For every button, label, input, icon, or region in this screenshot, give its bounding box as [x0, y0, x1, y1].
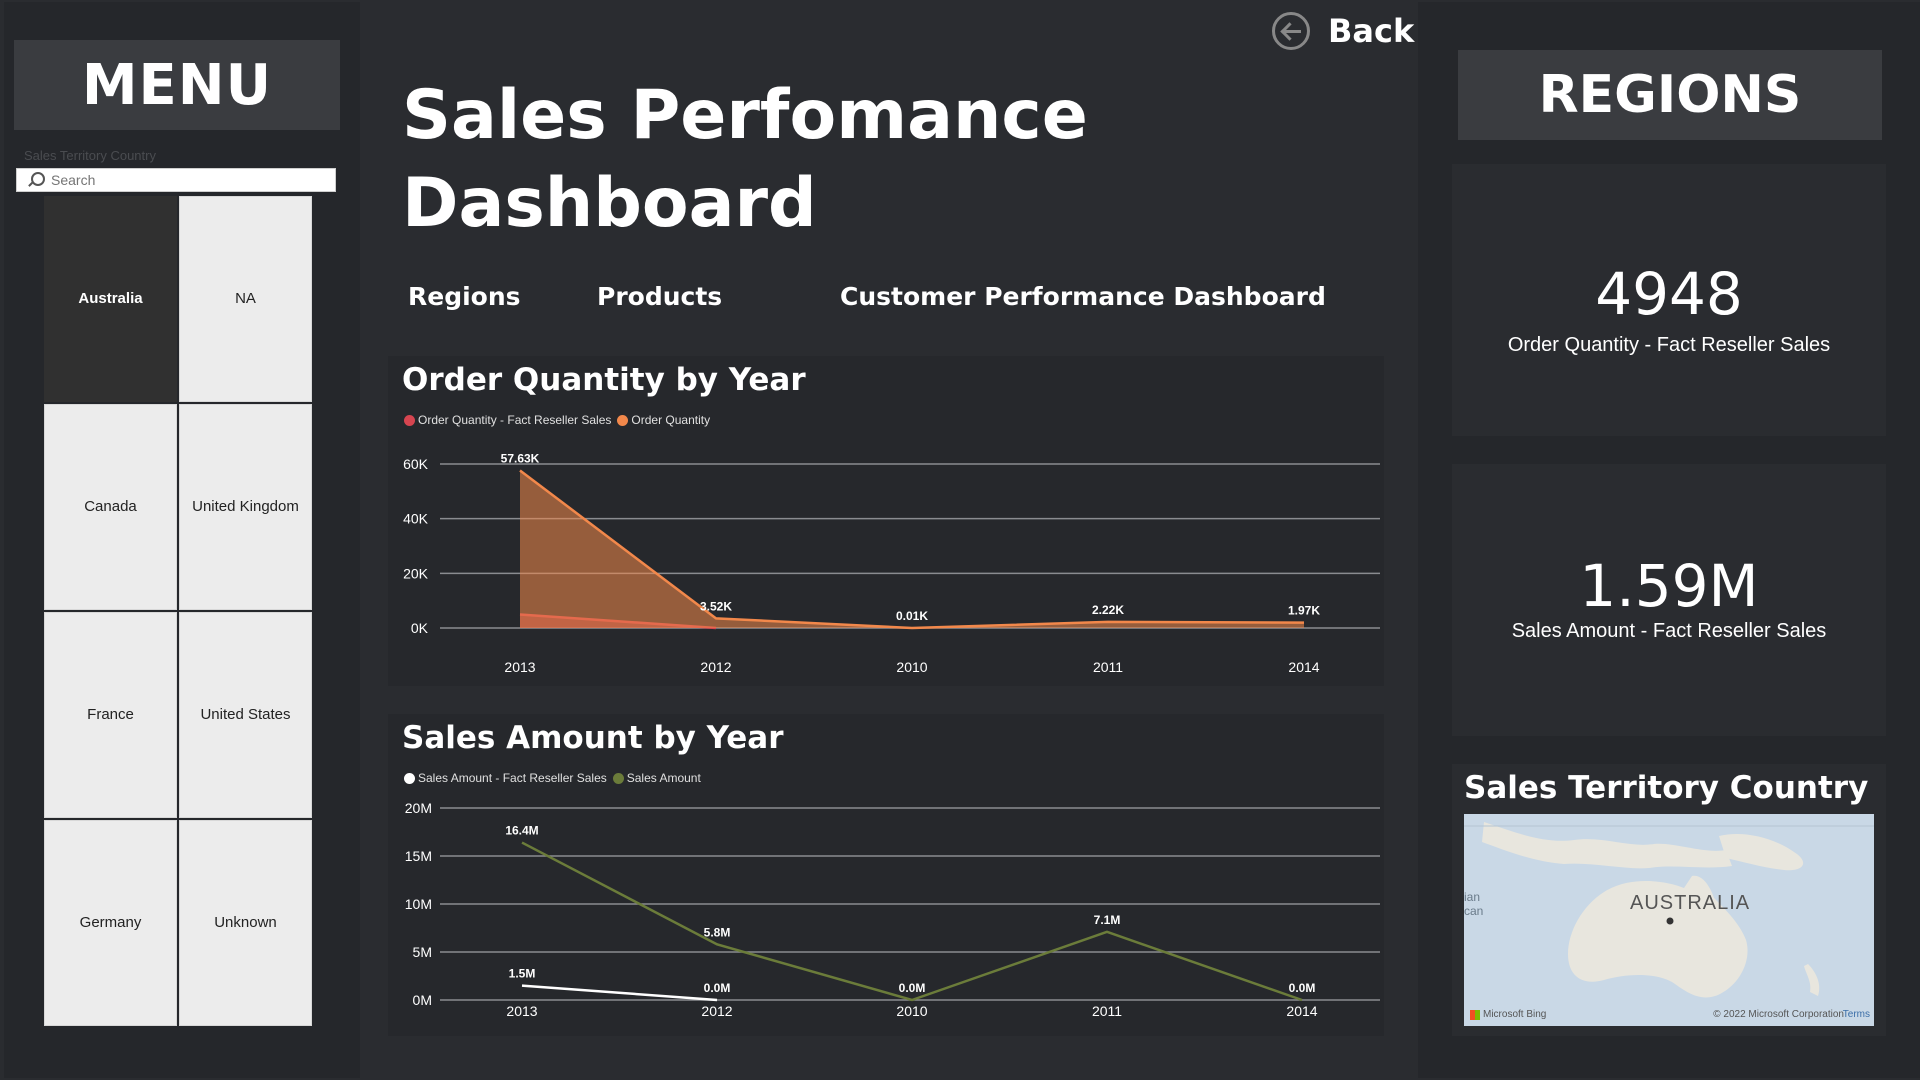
- kpi-value: 4948: [1595, 260, 1743, 328]
- legend-label: Sales Amount - Fact Reseller Sales: [418, 771, 607, 785]
- back-label: Back: [1328, 12, 1415, 50]
- y-tick-label: 40K: [403, 511, 429, 527]
- x-tick-label: 2012: [700, 659, 731, 675]
- series-line: [521, 984, 718, 1002]
- x-tick-label: 2010: [896, 659, 927, 675]
- legend-label: Sales Amount: [626, 771, 701, 785]
- menu-header: MENU: [14, 40, 340, 130]
- kpi-label: Sales Amount - Fact Reseller Sales: [1511, 620, 1827, 642]
- x-tick-label: 2013: [506, 1003, 537, 1019]
- back-button[interactable]: Back: [1272, 12, 1414, 50]
- map-terms-link[interactable]: Terms: [1843, 1009, 1870, 1020]
- y-tick-label: 0K: [411, 620, 429, 636]
- search-box[interactable]: [16, 168, 336, 192]
- kpi-label: Order Quantity - Fact Reseller Sales: [1507, 334, 1831, 356]
- x-tick-label: 2012: [701, 1003, 732, 1019]
- bing-logo-icon: [1470, 1009, 1480, 1020]
- sales-amount-plot: 20M 15M 10M 5M 0M 2013 2012 2010 2011 2014 1.5M 0.0…: [405, 800, 1380, 1019]
- legend-item[interactable]: Order Quantity: [617, 413, 710, 427]
- series-line: [521, 841, 1303, 1002]
- legend-dot-icon: [612, 772, 624, 784]
- x-tick-label: 2013: [504, 659, 535, 675]
- territory-map-card[interactable]: Sales Territory Country AUSTRALIA ian can…: [1452, 764, 1886, 1036]
- slicer-tile[interactable]: France: [44, 612, 177, 818]
- slicer-tile[interactable]: Australia: [44, 196, 177, 402]
- legend-item[interactable]: Sales Amount: [612, 771, 701, 785]
- sales-amount-card[interactable]: 1.59M Sales Amount - Fact Reseller Sales: [1452, 464, 1886, 736]
- kpi-value: 1.59M: [1579, 552, 1759, 620]
- chart-legend: Sales Amount - Fact Reseller Sales Sales …: [404, 771, 701, 785]
- y-tick-label: 15M: [405, 848, 432, 864]
- slicer-tile[interactable]: United Kingdom: [179, 404, 312, 610]
- chart-title: Order Quantity by Year: [402, 362, 806, 398]
- legend-dot-icon: [617, 414, 629, 426]
- order-quantity-card[interactable]: 4948 Order Quantity - Fact Reseller Sale…: [1452, 164, 1886, 436]
- chart-title: Sales Amount by Year: [402, 720, 784, 756]
- legend-item[interactable]: Sales Amount - Fact Reseller Sales: [404, 771, 607, 785]
- y-tick-label: 5M: [413, 944, 432, 960]
- slicer-tile[interactable]: United States: [179, 612, 312, 818]
- x-tick-label: 2014: [1286, 1003, 1317, 1019]
- slicer-tile[interactable]: Germany: [44, 820, 177, 1026]
- map-pin-icon: [1666, 917, 1674, 925]
- data-label: 0.0M: [899, 981, 926, 995]
- slicer-tile[interactable]: Unknown: [179, 820, 312, 1026]
- data-label: 5.8M: [704, 925, 731, 939]
- data-label: 7.1M: [1094, 913, 1121, 927]
- y-tick-label: 60K: [403, 456, 429, 472]
- nav-customer-link[interactable]: Customer Performance Dashboard: [840, 282, 1326, 311]
- map[interactable]: AUSTRALIA ian can Microsoft Bing © 2022 M…: [1464, 814, 1874, 1026]
- sales-amount-chart[interactable]: 20M 15M 10M 5M 0M 2013 2012 2010 2011 2014 1.5M 0.0…: [388, 714, 1384, 1036]
- page-title: Sales Perfomance Dashboard: [402, 76, 1088, 243]
- x-tick-label: 2011: [1092, 1003, 1122, 1019]
- order-quantity-plot: 60K 40K 20K 0K 2013 2012 2010 2011 2014 57.63K 3.5…: [403, 451, 1380, 675]
- legend-dot-icon: [404, 414, 415, 426]
- order-quantity-chart[interactable]: 60K 40K 20K 0K 2013 2012 2010 2011 2014 57.63K 3.5…: [388, 356, 1384, 686]
- data-label: 1.97K: [1288, 604, 1320, 618]
- slicer-title: Sales Territory Country: [24, 148, 156, 163]
- regions-header: REGIONS: [1458, 50, 1882, 140]
- data-label: 0.0M: [704, 981, 731, 995]
- legend-label: Order Quantity: [631, 413, 711, 427]
- slicer-tile[interactable]: NA: [179, 196, 312, 402]
- legend-label: Order Quantity - Fact Reseller Sales: [418, 413, 612, 427]
- slicer-tile[interactable]: Canada: [44, 404, 177, 610]
- legend-item[interactable]: Order Quantity - Fact Reseller Sales: [404, 413, 611, 427]
- y-tick-label: 20M: [405, 800, 432, 816]
- x-tick-label: 2014: [1288, 659, 1319, 675]
- legend-dot-icon: [404, 772, 415, 784]
- data-label: 57.63K: [501, 451, 540, 465]
- search-icon: [27, 172, 45, 188]
- bing-logo: Microsoft Bing: [1470, 1009, 1546, 1020]
- y-tick-label: 10M: [405, 896, 432, 912]
- map-copyright: © 2022 Microsoft Corporation: [1713, 1009, 1844, 1020]
- data-label: 0.01K: [896, 609, 928, 623]
- data-label: 2.22K: [1092, 603, 1124, 617]
- back-arrow-icon: [1272, 12, 1310, 50]
- x-tick-label: 2010: [896, 1003, 927, 1019]
- data-label: 1.5M: [509, 967, 536, 981]
- nav-products-link[interactable]: Products: [597, 282, 722, 311]
- country-slicer: Australia NA Canada United Kingdom France Uni…: [44, 196, 314, 1026]
- map-ocean-label: ian can: [1464, 890, 1484, 918]
- map-title: Sales Territory Country: [1464, 770, 1869, 806]
- search-input[interactable]: [51, 172, 311, 188]
- series-area: [520, 470, 1304, 628]
- x-tick-label: 2011: [1093, 659, 1123, 675]
- map-provider: Microsoft Bing: [1483, 1009, 1547, 1020]
- data-label: 0.0M: [1289, 981, 1316, 995]
- nav-regions-link[interactable]: Regions: [408, 282, 521, 311]
- data-label: 3.52K: [700, 599, 732, 613]
- y-tick-label: 20K: [403, 565, 429, 581]
- y-tick-label: 0M: [413, 992, 432, 1008]
- chart-legend: Order Quantity - Fact Reseller Sales Orde…: [404, 413, 710, 427]
- data-label: 16.4M: [505, 824, 538, 838]
